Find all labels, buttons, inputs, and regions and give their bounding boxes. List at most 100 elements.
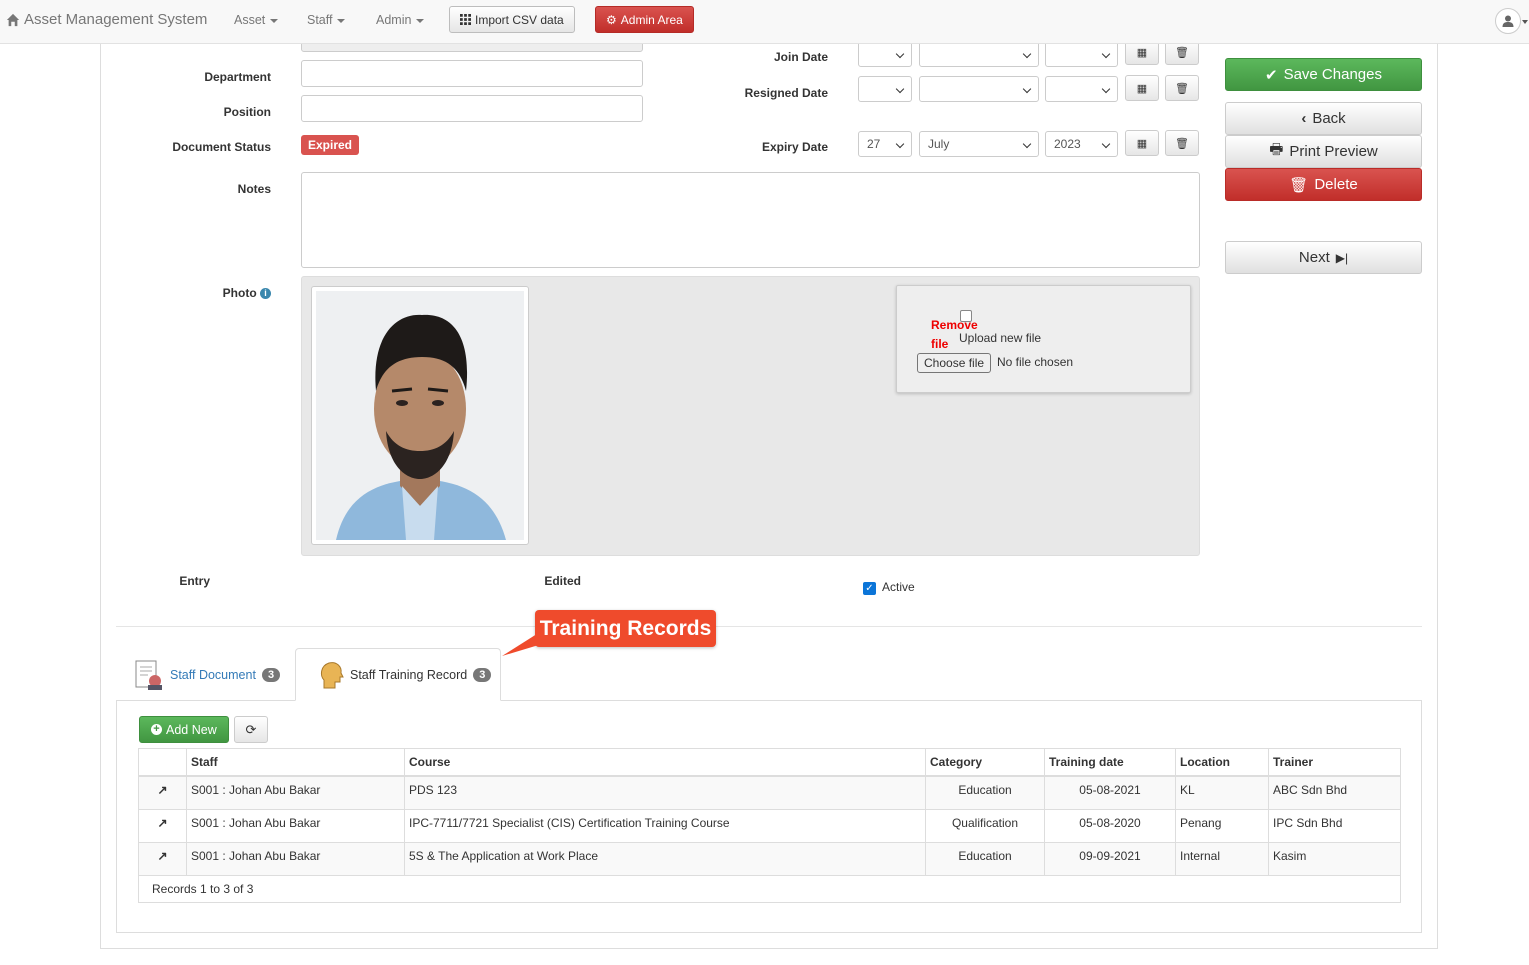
col-category[interactable]: Category: [925, 748, 1045, 777]
portrait-image: [316, 291, 524, 540]
table-header-row: Staff Course Category Training date Loca…: [138, 748, 1401, 777]
check-icon: ✔: [1265, 66, 1278, 84]
cell-course: PDS 123: [404, 775, 926, 810]
user-menu-button[interactable]: [1495, 8, 1521, 34]
col-action: [138, 748, 187, 777]
active-label: Active: [882, 580, 915, 594]
cell-staff: S001 : Johan Abu Bakar: [186, 775, 405, 810]
back-label: Back: [1312, 110, 1346, 127]
cell-category: Qualification: [925, 808, 1045, 843]
upload-widget: Remove file Upload new file Choose file …: [896, 285, 1191, 393]
add-new-button[interactable]: + Add New: [139, 716, 229, 743]
home-icon: [6, 13, 20, 26]
menu-staff[interactable]: Staff: [307, 13, 346, 27]
count-badge: 3: [261, 667, 281, 682]
refresh-icon: ⟳: [245, 721, 257, 737]
resigned-day-select[interactable]: [858, 76, 912, 102]
trash-icon: 🗑: [1175, 82, 1189, 95]
no-file-chosen: No file chosen: [997, 355, 1074, 369]
resigned-clear-button[interactable]: 🗑: [1165, 75, 1199, 101]
tab-staff-document[interactable]: Staff Document 3: [134, 648, 281, 701]
admin-area-button[interactable]: ⚙ Admin Area: [595, 6, 694, 33]
notes-textarea[interactable]: [301, 172, 1200, 268]
col-location[interactable]: Location: [1175, 748, 1269, 777]
open-record-cell[interactable]: ↗: [138, 808, 187, 843]
cell-trainer: Kasim: [1268, 841, 1401, 876]
department-input[interactable]: [301, 60, 643, 87]
next-button[interactable]: Next ▶|: [1225, 241, 1422, 274]
resigned-year-select[interactable]: [1045, 76, 1118, 102]
table-row: ↗ S001 : Johan Abu Bakar 5S & The Applic…: [138, 841, 1401, 876]
external-link-icon[interactable]: ↗: [157, 783, 167, 797]
external-link-icon[interactable]: ↗: [157, 816, 167, 830]
menu-asset[interactable]: Asset: [234, 13, 279, 27]
delete-button[interactable]: 🗑 Delete: [1225, 168, 1422, 201]
open-record-cell[interactable]: ↗: [138, 841, 187, 876]
join-month-select[interactable]: [919, 41, 1039, 67]
cell-trainer: IPC Sdn Bhd: [1268, 808, 1401, 843]
expiry-calendar-button[interactable]: ▦: [1125, 130, 1159, 156]
join-day-select[interactable]: [858, 41, 912, 67]
calendar-icon: ▦: [1136, 82, 1148, 95]
position-label: Position: [223, 105, 271, 119]
cell-staff: S001 : Johan Abu Bakar: [186, 808, 405, 843]
import-csv-label: Import CSV data: [475, 12, 564, 27]
col-training-date[interactable]: Training date: [1044, 748, 1176, 777]
expiry-date-label: Expiry Date: [761, 140, 828, 154]
print-preview-button[interactable]: 🖶 Print Preview: [1225, 135, 1422, 168]
menu-admin[interactable]: Admin: [376, 13, 425, 27]
cell-course: IPC-7711/7721 Specialist (CIS) Certifica…: [404, 808, 926, 843]
print-preview-label: Print Preview: [1289, 143, 1378, 160]
import-csv-button[interactable]: Import CSV data: [449, 6, 575, 33]
active-checkbox[interactable]: ✓: [863, 582, 876, 595]
cell-training-date: 09-09-2021: [1044, 841, 1176, 876]
notes-label: Notes: [237, 182, 271, 196]
photo-label-text: Photo: [222, 286, 257, 300]
table-row: ↗ S001 : Johan Abu Bakar IPC-7711/7721 S…: [138, 808, 1401, 843]
menu-asset-label: Asset: [234, 13, 266, 27]
cell-staff: S001 : Johan Abu Bakar: [186, 841, 405, 876]
expiry-month-select[interactable]: July: [919, 131, 1039, 157]
back-button[interactable]: ‹ Back: [1225, 102, 1422, 135]
cell-training-date: 05-08-2020: [1044, 808, 1176, 843]
join-year-select[interactable]: [1045, 41, 1118, 67]
callout-pointer: [502, 632, 542, 656]
resigned-calendar-button[interactable]: ▦: [1125, 75, 1159, 101]
divider: [116, 626, 1422, 627]
resigned-month-select[interactable]: [919, 76, 1039, 102]
user-icon: [1502, 15, 1514, 27]
tab-staff-training-record[interactable]: Staff Training Record 3: [295, 648, 501, 701]
info-icon[interactable]: i: [260, 288, 271, 300]
expiry-clear-button[interactable]: 🗑: [1165, 130, 1199, 156]
staff-photo: [311, 286, 529, 545]
cell-course: 5S & The Application at Work Place: [404, 841, 926, 876]
cell-trainer: ABC Sdn Bhd: [1268, 775, 1401, 810]
training-table: Staff Course Category Training date Loca…: [138, 748, 1401, 903]
table-row: ↗ S001 : Johan Abu Bakar PDS 123 Educati…: [138, 775, 1401, 810]
cell-location: Penang: [1175, 808, 1269, 843]
step-forward-icon: ▶|: [1335, 250, 1349, 265]
chevron-down-icon: [337, 18, 346, 23]
print-icon: 🖶: [1269, 141, 1284, 158]
records-summary: Records 1 to 3 of 3: [138, 874, 1401, 903]
expiry-day-select[interactable]: 27: [858, 131, 912, 157]
external-link-icon[interactable]: ↗: [157, 849, 167, 863]
choose-file-button[interactable]: Choose file: [917, 353, 992, 373]
chevron-down-icon[interactable]: [1522, 20, 1528, 24]
position-input[interactable]: [301, 95, 643, 122]
refresh-button[interactable]: ⟳: [234, 716, 268, 743]
expiry-year-select[interactable]: 2023: [1045, 131, 1118, 157]
next-label: Next: [1298, 249, 1330, 266]
trash-icon: 🗑: [1175, 46, 1189, 59]
photo-label: Photo i: [150, 286, 271, 300]
col-course[interactable]: Course: [404, 748, 926, 777]
upload-new-label: Upload new file: [959, 331, 1042, 345]
plus-circle-icon: +: [151, 724, 162, 735]
col-staff[interactable]: Staff: [186, 748, 405, 777]
save-changes-button[interactable]: ✔ Save Changes: [1225, 58, 1422, 91]
col-trainer[interactable]: Trainer: [1268, 748, 1401, 777]
head-icon: [320, 661, 344, 688]
brand[interactable]: Asset Management System: [6, 11, 207, 28]
admin-area-label: Admin Area: [620, 12, 683, 27]
open-record-cell[interactable]: ↗: [138, 775, 187, 810]
